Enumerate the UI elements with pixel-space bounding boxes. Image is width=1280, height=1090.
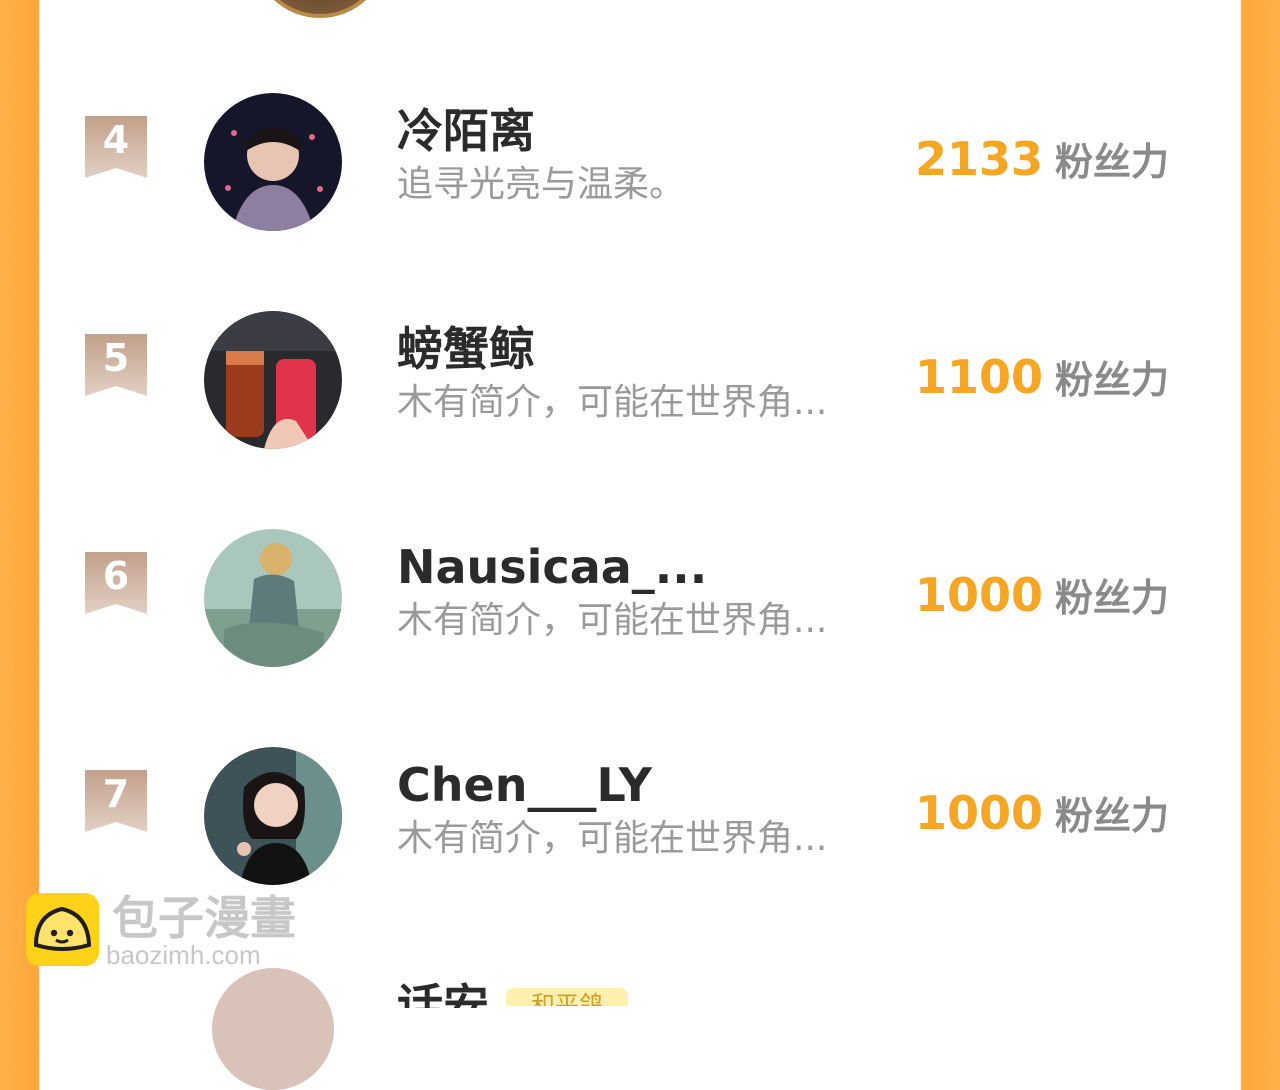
watermark-title: 包子漫畫: [112, 891, 296, 945]
leaderboard-row[interactable]: 5 螃蟹鲸 木有简介，可能在世界角... 1100 粉丝力: [40, 291, 1238, 471]
fan-power-label: 粉丝力: [1054, 794, 1169, 838]
fan-power-value: 2133: [914, 132, 1043, 186]
fan-power-value: 1000: [914, 568, 1043, 622]
user-name[interactable]: 话安: [397, 978, 489, 1008]
fan-power: 1100 粉丝力: [915, 349, 1169, 416]
fan-power-label: 粉丝力: [1054, 576, 1169, 620]
user-bio: 木有简介，可能在世界角...: [397, 382, 828, 423]
rank-ribbon-icon: 5: [85, 334, 147, 396]
fan-power-value: 1100: [914, 350, 1043, 404]
user-badge: 和平鸽: [506, 988, 628, 1006]
avatar[interactable]: [204, 311, 342, 449]
avatar[interactable]: [204, 93, 342, 231]
fan-power: 1000 粉丝力: [915, 567, 1169, 634]
avatar[interactable]: [204, 529, 342, 667]
rank-ribbon-icon: 6: [85, 552, 147, 614]
fan-power: 1000 粉丝力: [915, 785, 1169, 852]
avatar[interactable]: [204, 747, 342, 885]
avatar-rank-3-partial[interactable]: [252, 0, 388, 18]
user-name[interactable]: Chen___LY: [397, 757, 652, 813]
rank-number: 5: [102, 336, 130, 380]
user-name[interactable]: 冷陌离: [397, 103, 535, 159]
watermark-subtitle: baozimh.com: [106, 940, 261, 970]
rank-number: 7: [102, 772, 130, 816]
rank-ribbon-icon: 4: [85, 116, 147, 178]
fan-power-value: 1000: [914, 786, 1043, 840]
bun-face-logo-icon: [26, 893, 99, 966]
leaderboard-row[interactable]: 7 Chen___LY 木有简介，可能在世界角... 1000 粉丝力: [40, 727, 1238, 907]
leaderboard-row[interactable]: 4 冷陌离 追寻光亮与温柔。 2133 粉丝力: [40, 73, 1238, 253]
user-name[interactable]: Nausicaa_...: [397, 539, 707, 595]
rank-number: 6: [102, 554, 130, 598]
leaderboard-row[interactable]: 6 Nausicaa_... 木有简介，可能在世界角... 1000 粉丝力: [40, 509, 1238, 689]
user-bio: 木有简介，可能在世界角...: [397, 600, 828, 641]
user-bio: 追寻光亮与温柔。: [397, 164, 686, 205]
fan-power-label: 粉丝力: [1054, 140, 1169, 184]
fan-power-label: 粉丝力: [1054, 358, 1169, 402]
site-watermark: 包子漫畫 baozimh.com: [26, 891, 326, 973]
avatar[interactable]: [212, 968, 334, 1090]
rank-ribbon-icon: 7: [85, 770, 147, 832]
user-name[interactable]: 螃蟹鲸: [397, 321, 535, 377]
user-bio: 木有简介，可能在世界角...: [397, 818, 828, 859]
fan-power: 2133 粉丝力: [915, 131, 1169, 198]
leaderboard-panel: 4 冷陌离 追寻光亮与温柔。 2133 粉丝力 5 螃蟹鲸 木有简介，可能在世界…: [40, 0, 1238, 1090]
rank-number: 4: [102, 118, 130, 162]
